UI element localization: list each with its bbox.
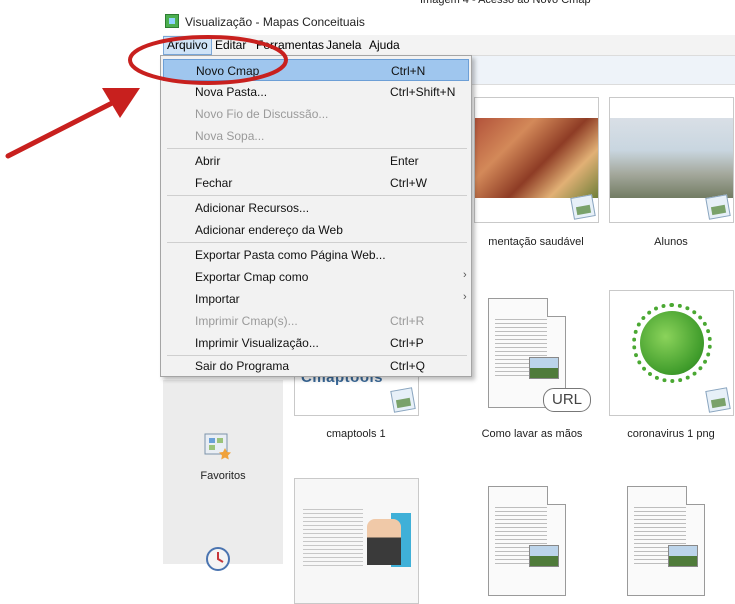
menu-item-label: Imprimir Cmap(s)... — [195, 314, 298, 328]
document-icon — [627, 486, 705, 596]
menu-item-imprimir-visualizacao[interactable]: Imprimir Visualização... Ctrl+P — [163, 332, 469, 354]
page-header-fragment: Imagem 4 - Acesso ao Novo Cmap — [420, 0, 591, 6]
menu-bar: Arquivo Editar Ferramentas Janela Ajuda — [163, 35, 735, 56]
menu-item-label: Fechar — [195, 176, 233, 190]
menu-item-label: Novo Cmap — [196, 64, 260, 78]
menu-item-novo-cmap[interactable]: Novo Cmap Ctrl+N — [163, 59, 469, 81]
menu-item-label: Sair do Programa — [195, 359, 290, 373]
arquivo-dropdown-menu: Novo Cmap Ctrl+N Nova Pasta... Ctrl+Shif… — [160, 55, 472, 377]
virus-image — [640, 311, 704, 375]
menu-item-shortcut: Ctrl+Q — [390, 359, 426, 373]
url-badge: URL — [542, 388, 591, 412]
toolbar-strip — [472, 55, 735, 85]
document-icon — [488, 486, 566, 596]
resource-tile-coronavirus[interactable] — [609, 290, 734, 416]
menu-janela[interactable]: Janela — [326, 38, 361, 52]
resource-label[interactable]: Como lavar as mãos — [452, 428, 612, 440]
resource-tile-alunos[interactable] — [609, 97, 734, 223]
menu-item-fechar[interactable]: Fechar Ctrl+W — [163, 172, 469, 194]
app-icon — [165, 14, 179, 28]
menu-item-sair[interactable]: Sair do Programa Ctrl+Q — [163, 355, 469, 377]
menu-item-exportar-pasta[interactable]: Exportar Pasta como Página Web... — [163, 244, 469, 266]
menu-item-label: Nova Pasta... — [195, 85, 268, 99]
submenu-arrow-icon: › — [463, 269, 467, 281]
menu-ferramentas[interactable]: Ferramentas — [256, 38, 324, 52]
menu-editar[interactable]: Editar — [215, 38, 246, 52]
resource-tile-document[interactable] — [609, 478, 734, 604]
menu-separator — [167, 148, 467, 149]
resource-image-icon — [390, 387, 416, 413]
menu-ajuda[interactable]: Ajuda — [369, 38, 400, 52]
menu-item-shortcut: Ctrl+P — [390, 336, 424, 350]
menu-item-nova-pasta[interactable]: Nova Pasta... Ctrl+Shift+N — [163, 81, 469, 103]
menu-item-imprimir-cmap: Imprimir Cmap(s)... Ctrl+R — [163, 310, 469, 332]
resource-tile-lavar-maos[interactable]: URL — [470, 290, 595, 416]
sidebar: Favoritos — [163, 380, 283, 571]
menu-item-label: Exportar Pasta como Página Web... — [195, 248, 386, 262]
window-title: Visualização - Mapas Conceituais — [185, 15, 365, 29]
resource-label[interactable]: Alunos — [591, 236, 735, 248]
menu-item-label: Adicionar Recursos... — [195, 201, 310, 215]
menu-item-shortcut: Enter — [390, 154, 419, 168]
menu-arquivo[interactable]: Arquivo — [163, 36, 212, 55]
menu-item-label: Nova Sopa... — [195, 129, 265, 143]
submenu-arrow-icon: › — [463, 291, 467, 303]
resource-image-icon — [705, 387, 731, 413]
menu-item-abrir[interactable]: Abrir Enter — [163, 150, 469, 172]
favorites-label[interactable]: Favoritos — [181, 470, 265, 482]
red-arrow-icon — [5, 88, 140, 159]
food-photo-thumbnail — [475, 118, 598, 198]
menu-item-label: Imprimir Visualização... — [195, 336, 319, 350]
menu-item-label: Novo Fio de Discussão... — [195, 107, 329, 121]
resource-image-icon — [570, 194, 596, 220]
menu-item-exportar-cmap[interactable]: Exportar Cmap como › — [163, 266, 469, 288]
menu-item-importar[interactable]: Importar › — [163, 288, 469, 310]
menu-item-shortcut: Ctrl+R — [390, 314, 425, 328]
menu-item-label: Adicionar endereço da Web — [195, 223, 343, 237]
resource-tile-document[interactable] — [470, 478, 595, 604]
classroom-photo-thumbnail — [610, 118, 733, 198]
menu-separator — [167, 242, 467, 243]
resource-tile-alimentacao[interactable] — [474, 97, 599, 223]
document-portrait-thumbnail — [295, 479, 418, 603]
menu-item-nova-sopa: Nova Sopa... — [163, 125, 469, 147]
history-icon[interactable] — [203, 544, 233, 574]
resource-tile-document[interactable] — [294, 478, 419, 604]
menu-item-label: Abrir — [195, 154, 221, 168]
favorites-icon[interactable] — [203, 430, 233, 460]
title-bar: Visualização - Mapas Conceituais — [163, 10, 735, 34]
resource-image-icon — [705, 194, 731, 220]
menu-item-shortcut: Ctrl+W — [390, 176, 427, 190]
menu-item-novo-fio: Novo Fio de Discussão... — [163, 103, 469, 125]
menu-item-shortcut: Ctrl+N — [391, 64, 426, 78]
menu-item-adicionar-recursos[interactable]: Adicionar Recursos... — [163, 197, 469, 219]
resource-label[interactable]: coronavirus 1 png — [591, 428, 735, 440]
menu-separator — [167, 195, 467, 196]
menu-item-shortcut: Ctrl+Shift+N — [390, 85, 456, 99]
resource-label[interactable]: cmaptools 1 — [276, 428, 436, 440]
menu-item-label: Importar — [195, 292, 240, 306]
menu-item-label: Exportar Cmap como — [195, 270, 309, 284]
menu-item-adicionar-endereco-web[interactable]: Adicionar endereço da Web — [163, 219, 469, 241]
